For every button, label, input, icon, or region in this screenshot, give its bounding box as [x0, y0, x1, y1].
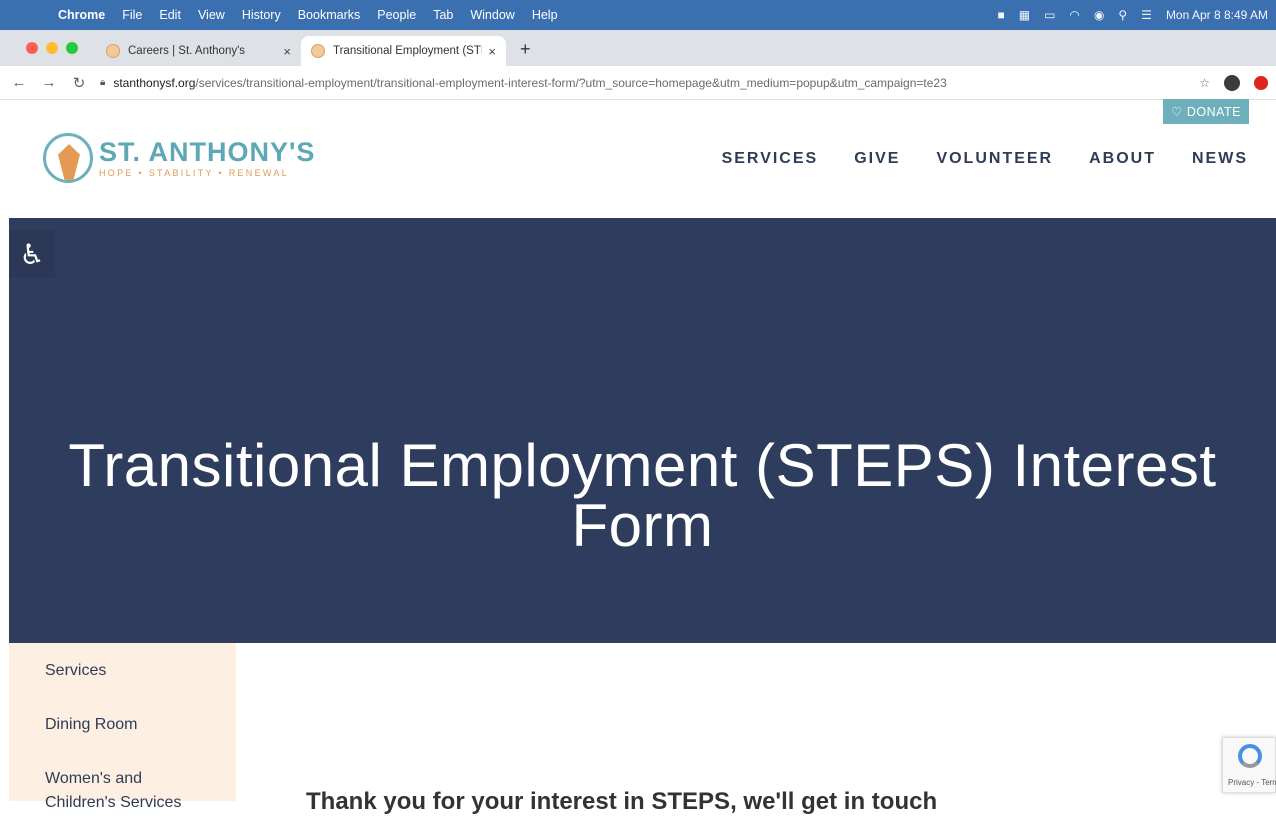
tab-close-icon[interactable]: × [283, 44, 291, 59]
subnav-item-services[interactable]: Services [45, 662, 106, 680]
section-subnav: Services Dining Room Women's and Childre… [9, 643, 236, 811]
main-nav: SERVICES GIVE VOLUNTEER ABOUT NEWS [722, 150, 1248, 168]
logo-tagline: HOPE • STABILITY • RENEWAL [99, 168, 289, 178]
menu-file[interactable]: File [122, 8, 142, 22]
menu-people[interactable]: People [377, 8, 416, 22]
favicon-icon [106, 44, 120, 58]
profile-avatar-icon[interactable] [1224, 74, 1240, 91]
toolbar-right: ☆ [1199, 74, 1276, 91]
logo-emblem-icon [43, 133, 93, 183]
menu-app-chrome[interactable]: Chrome [58, 8, 105, 22]
tab-close-icon[interactable]: × [488, 44, 496, 59]
back-arrow-icon[interactable]: ← [8, 74, 30, 91]
macos-menubar: Chrome File Edit View History Bookmarks … [0, 0, 1276, 30]
subnav-item-womens[interactable]: Women's and [45, 770, 142, 788]
recaptcha-icon [1238, 744, 1262, 768]
favicon-icon [311, 44, 325, 58]
spotlight-search-icon[interactable]: ⚲ [1118, 8, 1127, 22]
tab-careers[interactable]: Careers | St. Anthony's × [96, 36, 301, 66]
menu-tab[interactable]: Tab [433, 8, 453, 22]
lock-icon[interactable]: 🔒︎ [100, 77, 105, 88]
menu-bookmarks[interactable]: Bookmarks [298, 8, 361, 22]
control-center-icon[interactable]: ☰ [1141, 8, 1152, 22]
page-title-line2: Form [571, 492, 714, 559]
donate-button[interactable]: ♡ DONATE [1163, 99, 1249, 124]
subnav-item-dining-room[interactable]: Dining Room [45, 716, 137, 734]
video-icon[interactable]: ■ [997, 8, 1004, 22]
new-tab-button[interactable]: + [520, 39, 531, 60]
extension-icon[interactable] [1254, 75, 1268, 90]
menubar-status-area: ■ ▦ ▭ ◠ ◉ ⚲ ☰ Mon Apr 8 8:49 AM [997, 8, 1276, 22]
menu-view[interactable]: View [198, 8, 225, 22]
battery-icon[interactable]: ▭ [1044, 8, 1055, 22]
menu-help[interactable]: Help [532, 8, 558, 22]
content-heading: Thank you for your interest in STEPS, we… [306, 788, 938, 815]
recaptcha-links[interactable]: Privacy - Terms [1228, 778, 1276, 787]
recaptcha-badge[interactable]: Privacy - Terms [1222, 737, 1276, 793]
wifi-icon[interactable]: ◠ [1069, 8, 1079, 22]
menu-history[interactable]: History [242, 8, 281, 22]
browser-tabstrip: Careers | St. Anthony's × Transitional E… [0, 30, 1276, 66]
url-host: stanthonysf.org [113, 75, 196, 90]
forward-arrow-icon[interactable]: → [38, 74, 60, 91]
subnav-item-childrens[interactable]: Children's Services [45, 794, 181, 812]
hero-banner: ♿︎ Transitional Employment (STEPS) Inter… [9, 218, 1276, 643]
zoom-window-button[interactable] [66, 42, 78, 54]
window-controls [26, 42, 78, 54]
reload-icon[interactable]: ↻ [68, 74, 90, 92]
minimize-window-button[interactable] [46, 42, 58, 54]
tab-title: Careers | St. Anthony's [128, 45, 246, 57]
nav-services[interactable]: SERVICES [722, 150, 819, 168]
bookmark-star-icon[interactable]: ☆ [1199, 76, 1210, 90]
page-title: Transitional Employment (STEPS) Interest… [9, 436, 1276, 556]
menu-edit[interactable]: Edit [159, 8, 181, 22]
close-window-button[interactable] [26, 42, 38, 54]
nav-about[interactable]: ABOUT [1089, 150, 1156, 168]
url-field[interactable]: 🔒︎ stanthonysf.org /services/transitiona… [100, 76, 1199, 90]
nav-news[interactable]: NEWS [1192, 150, 1248, 168]
menubar-clock[interactable]: Mon Apr 8 8:49 AM [1166, 8, 1268, 22]
tab-title: Transitional Employment (STEPS) Interest… [333, 45, 482, 57]
page-title-line1: Transitional Employment (STEPS) Interest [68, 432, 1217, 499]
menu-window[interactable]: Window [470, 8, 514, 22]
nav-give[interactable]: GIVE [854, 150, 900, 168]
browser-toolbar: ← → ↻ 🔒︎ stanthonysf.org /services/trans… [0, 66, 1276, 100]
tab-transitional-employment[interactable]: Transitional Employment (STEPS) Interest… [301, 36, 506, 66]
calendar-icon[interactable]: ▦ [1019, 8, 1030, 22]
user-icon[interactable]: ◉ [1094, 8, 1104, 22]
nav-volunteer[interactable]: VOLUNTEER [936, 150, 1053, 168]
logo-name: ST. ANTHONY'S [99, 137, 316, 167]
site-header: ♡ DONATE ST. ANTHONY'S HOPE • STABILITY … [0, 99, 1276, 218]
url-path: /services/transitional-employment/transi… [195, 75, 947, 90]
accessibility-icon[interactable]: ♿︎ [9, 230, 55, 278]
site-logo[interactable]: ST. ANTHONY'S HOPE • STABILITY • RENEWAL [43, 133, 315, 183]
